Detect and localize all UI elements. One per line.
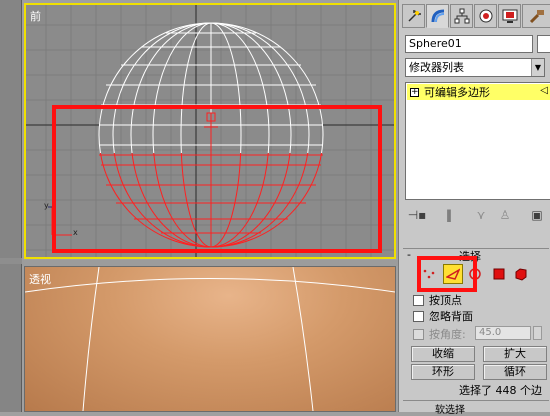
create-icon (407, 10, 421, 22)
utilities-icon (529, 10, 544, 24)
display-icon (502, 9, 517, 23)
by-vertex-checkbox[interactable] (413, 294, 424, 306)
by-vertex-label: 按顶点 (429, 294, 462, 307)
soft-selection-title: 软选择 (435, 405, 465, 416)
top-left-viewport[interactable] (0, 0, 22, 258)
pin-stack-icon[interactable]: ⊣▪ (407, 206, 427, 224)
by-angle-row[interactable]: 按角度: (413, 326, 466, 342)
expand-plus-icon[interactable]: + (410, 87, 419, 97)
axis-y-label: y (44, 201, 49, 210)
bottom-left-viewport[interactable] (0, 264, 22, 412)
selection-rollout-header[interactable]: - 选择 (403, 248, 549, 263)
modify-icon (431, 9, 444, 23)
border-mode-button[interactable] (465, 264, 485, 284)
ignore-backfacing-row[interactable]: 忽略背面 (413, 308, 473, 324)
motion-tab[interactable] (474, 4, 497, 28)
motion-icon (479, 9, 492, 23)
edge-icon (446, 268, 460, 280)
vertex-icon (423, 269, 435, 279)
angle-spinner-field[interactable]: 45.0 (475, 326, 531, 340)
selection-status-text: 选择了 448 个边 (459, 384, 542, 397)
vertex-mode-button[interactable] (419, 264, 439, 284)
utilities-tab[interactable] (522, 4, 550, 28)
stack-toolbar: ⊣▪ ‖ ⋎ ♙ ▣ (405, 204, 550, 226)
edge-mode-button[interactable] (443, 264, 463, 284)
element-mode-button[interactable] (511, 264, 531, 284)
transform-gizmo (204, 112, 218, 241)
border-icon (469, 268, 481, 280)
display-tab[interactable] (498, 4, 521, 28)
perspective-wireframe (25, 267, 395, 411)
modifier-stack[interactable]: + 可编辑多边形 ◁ (405, 82, 550, 200)
polygon-mode-button[interactable] (489, 264, 509, 284)
stack-arrow-icon: ◁ (540, 85, 548, 96)
selection-rollout-title: 选择 (459, 250, 481, 263)
soft-selection-rollout-header[interactable]: 软选择 (403, 400, 549, 416)
by-vertex-row[interactable]: 按顶点 (413, 292, 462, 308)
front-viewport[interactable]: 前 y x (24, 3, 396, 259)
modifier-list-label: 修改器列表 (409, 61, 464, 74)
modifier-list-dropdown[interactable]: 修改器列表 ▼ (405, 58, 545, 77)
ring-button[interactable]: 环形 (411, 364, 475, 380)
chevron-down-icon[interactable]: ▼ (531, 59, 544, 76)
left-viewports-strip (0, 0, 22, 412)
make-unique-icon[interactable]: ⋎ (471, 206, 491, 224)
object-color-swatch[interactable] (537, 35, 550, 53)
modify-tab[interactable] (426, 4, 449, 28)
ignore-backfacing-checkbox[interactable] (413, 310, 424, 322)
grow-button[interactable]: 扩大 (483, 346, 547, 362)
perspective-viewport[interactable]: 透视 (24, 266, 396, 412)
show-end-result-icon[interactable]: ‖ (439, 206, 459, 224)
by-angle-checkbox[interactable] (413, 328, 424, 340)
axis-tripod (51, 207, 72, 236)
axis-x-label: x (73, 228, 78, 237)
loop-button[interactable]: 循环 (483, 364, 547, 380)
create-tab[interactable] (402, 4, 425, 28)
sphere-wireframe (26, 5, 394, 257)
shrink-button[interactable]: 收缩 (411, 346, 475, 362)
command-panel: Sphere01 修改器列表 ▼ + 可编辑多边形 ◁ ⊣▪ ‖ ⋎ ♙ ▣ -… (398, 0, 550, 416)
subobject-mode-row (413, 264, 533, 286)
rollout-collapse-minus[interactable]: - (407, 248, 411, 261)
by-angle-label: 按角度: (429, 328, 466, 341)
angle-spinner-arrows[interactable] (533, 326, 542, 340)
stack-item-editable-poly[interactable]: + 可编辑多边形 (407, 84, 550, 100)
command-panel-tabs (399, 4, 550, 30)
stack-item-label: 可编辑多边形 (424, 86, 490, 99)
remove-modifier-icon[interactable]: ♙ (495, 206, 515, 224)
hierarchy-icon (454, 8, 469, 24)
polygon-icon (493, 268, 505, 280)
element-icon (515, 268, 527, 281)
ignore-backfacing-label: 忽略背面 (429, 310, 473, 323)
object-name-field[interactable]: Sphere01 (405, 35, 533, 53)
hierarchy-tab[interactable] (450, 4, 473, 28)
configure-sets-icon[interactable]: ▣ (527, 206, 547, 224)
